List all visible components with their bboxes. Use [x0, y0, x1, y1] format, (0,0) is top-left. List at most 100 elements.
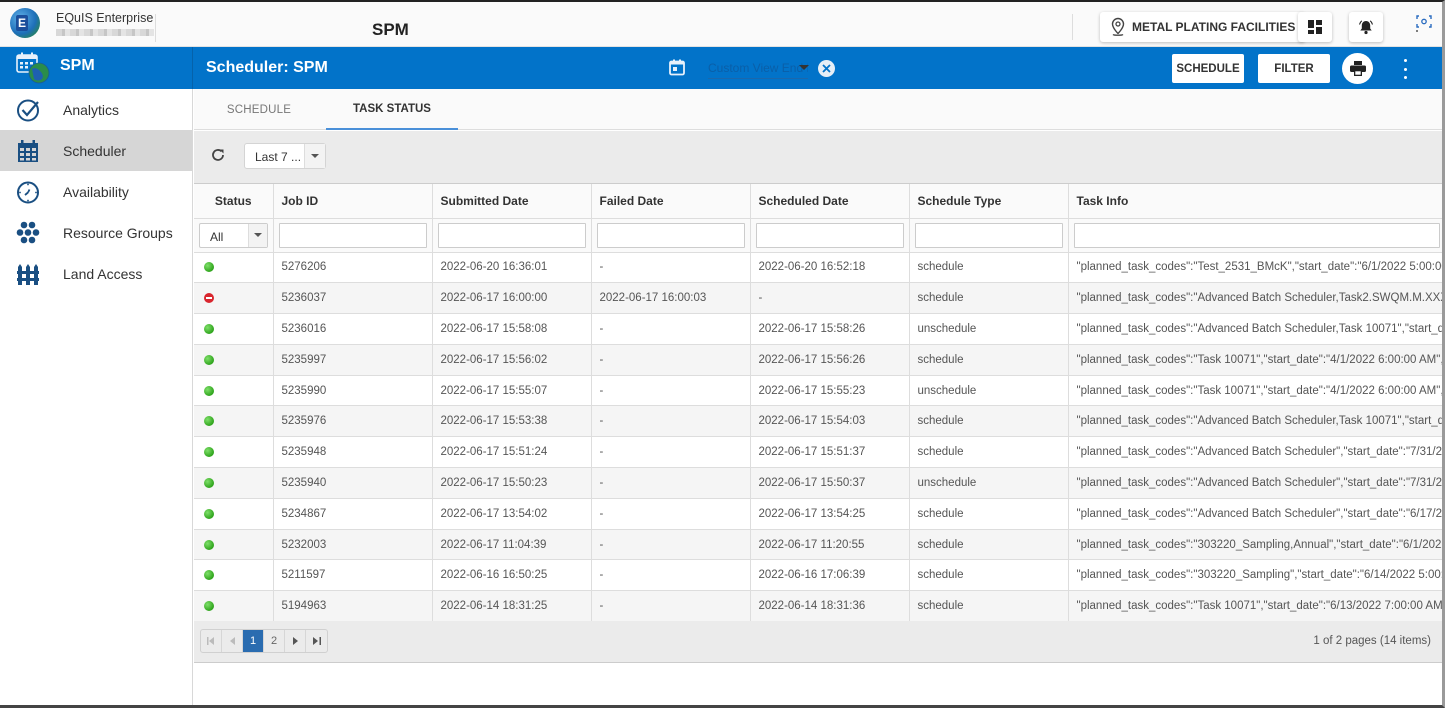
sidebar-item-analytics[interactable]: Analytics	[0, 89, 192, 130]
brand[interactable]: E EQuIS Enterprise	[10, 8, 154, 38]
column-header-status[interactable]: Status	[194, 184, 274, 219]
facility-label: METAL PLATING FACILITIES	[1132, 20, 1296, 34]
task-info-cell: "planned_task_codes":"303220_Sampling,An…	[1068, 529, 1442, 561]
status-cell	[194, 282, 274, 315]
failed-date-cell: -	[591, 590, 751, 623]
check-circle-icon	[17, 99, 39, 122]
custom-view-select[interactable]: Custom View End D	[708, 61, 808, 79]
status-cell	[194, 405, 274, 438]
first-page-button[interactable]	[201, 630, 222, 652]
chevron-down-icon[interactable]	[799, 65, 809, 70]
schedule-type-cell: schedule	[909, 405, 1069, 438]
tab-task-status[interactable]: TASK STATUS	[326, 89, 458, 130]
scheduled-date-cell: 2022-06-14 18:31:36	[750, 590, 910, 623]
failed-date-cell: -	[591, 313, 751, 345]
status-filter-cell: All	[194, 218, 274, 253]
table-row[interactable]: 5232003 2022-06-17 11:04:39-2022-06-17 11…	[194, 529, 1442, 561]
success-status-icon	[204, 447, 214, 458]
failed-date-cell: -	[591, 405, 751, 438]
last-page-button[interactable]	[306, 630, 327, 652]
column-header-schedule-type[interactable]: Schedule Type	[909, 184, 1069, 219]
previous-page-button[interactable]	[222, 630, 243, 652]
map-pin-icon	[1111, 17, 1125, 36]
scheduled-date-cell: 2022-06-17 15:58:26	[750, 313, 910, 345]
table-row[interactable]: 5276206 2022-06-20 16:36:01-2022-06-20 16…	[194, 252, 1442, 284]
dashboard-icon	[1308, 20, 1322, 34]
task-info-cell: "planned_task_codes":"303220_Sampling","…	[1068, 559, 1442, 592]
refresh-icon[interactable]	[210, 147, 226, 163]
clear-view-button[interactable]	[818, 60, 835, 77]
table-row[interactable]: 5235976 2022-06-17 15:53:38-2022-06-17 15…	[194, 405, 1442, 438]
schedule-button[interactable]: SCHEDULE	[1172, 54, 1244, 83]
table-row[interactable]: 5235948 2022-06-17 15:51:24-2022-06-17 15…	[194, 436, 1442, 469]
schedule-type-filter-input[interactable]	[914, 222, 1063, 248]
failed-date-cell: -	[591, 559, 751, 592]
tab-schedule[interactable]: SCHEDULE	[194, 89, 324, 130]
sidebar-item-availability[interactable]: Availability	[0, 171, 192, 212]
sidebar-item-land-access[interactable]: Land Access	[0, 253, 192, 294]
scheduled-date-filter-input[interactable]	[755, 222, 904, 248]
job-id-cell: 5235940	[273, 467, 433, 499]
print-button[interactable]	[1342, 53, 1373, 84]
scheduled-date-cell: 2022-06-17 13:54:25	[750, 498, 910, 530]
schedule-type-cell: schedule	[909, 344, 1069, 376]
status-filter-select[interactable]: All	[199, 222, 268, 248]
success-status-icon	[204, 570, 214, 581]
sidebar-item-label: Availability	[63, 184, 129, 200]
column-header-submitted-date[interactable]: Submitted Date	[432, 184, 592, 219]
column-header-task-info[interactable]: Task Info	[1068, 184, 1442, 219]
next-page-button[interactable]	[285, 630, 306, 652]
job-id-cell: 5194963	[273, 590, 433, 623]
submitted-date-cell: 2022-06-17 15:50:23	[432, 467, 592, 499]
chevron-right-icon	[292, 637, 298, 645]
divider	[1072, 14, 1073, 40]
facility-selector-button[interactable]: METAL PLATING FACILITIES	[1100, 12, 1306, 42]
chevron-down-icon[interactable]	[304, 144, 325, 168]
filter-row: All	[194, 218, 1442, 253]
schedule-type-cell: schedule	[909, 252, 1069, 284]
chevron-down-icon[interactable]	[247, 223, 267, 247]
module-label: SPM	[60, 57, 95, 74]
failed-date-filter-input[interactable]	[596, 222, 745, 248]
submitted-date-cell: 2022-06-14 18:31:25	[432, 590, 592, 623]
job-id-cell: 5234867	[273, 498, 433, 530]
sidebar-item-resource-groups[interactable]: Resource Groups	[0, 212, 192, 253]
submitted-date-filter-input[interactable]	[437, 222, 586, 248]
submitted-date-cell: 2022-06-17 15:53:38	[432, 405, 592, 438]
page-1-button[interactable]: 1	[243, 630, 264, 652]
notifications-button[interactable]	[1349, 12, 1383, 42]
table-row[interactable]: 5235997 2022-06-17 15:56:02-2022-06-17 15…	[194, 344, 1442, 376]
filter-button[interactable]: FILTER	[1258, 54, 1330, 83]
page-2-button[interactable]: 2	[264, 630, 285, 652]
table-row[interactable]: 5194963 2022-06-14 18:31:25-2022-06-14 18…	[194, 590, 1442, 623]
column-header-scheduled-date[interactable]: Scheduled Date	[750, 184, 910, 219]
screen-capture-icon[interactable]	[1415, 14, 1433, 37]
table-row[interactable]: 5235940 2022-06-17 15:50:23-2022-06-17 15…	[194, 467, 1442, 499]
table-row[interactable]: 5236037 2022-06-17 16:00:00 2022-06-17 16:…	[194, 282, 1442, 315]
sidebar-item-scheduler[interactable]: Scheduler	[0, 130, 192, 171]
divider	[155, 14, 156, 42]
date-range-select[interactable]: Last 7 ...	[244, 143, 326, 169]
status-cell	[194, 344, 274, 376]
table-row[interactable]: 5235990 2022-06-17 15:55:07-2022-06-17 15…	[194, 375, 1442, 407]
task-info-cell: "planned_task_codes":"Advanced Batch Sch…	[1068, 313, 1442, 345]
column-header-failed-date[interactable]: Failed Date	[591, 184, 751, 219]
calendar-icon[interactable]	[669, 59, 685, 76]
task-info-filter-input[interactable]	[1073, 222, 1440, 248]
table-row[interactable]: 5211597 2022-06-16 16:50:25-2022-06-16 17…	[194, 559, 1442, 592]
scheduled-date-cell: -	[750, 282, 910, 315]
brand-name: EQuIS Enterprise	[56, 10, 154, 25]
task-info-cell: "planned_task_codes":"Advanced Batch Sch…	[1068, 405, 1442, 438]
status-filter-value: All	[210, 229, 224, 244]
submitted-date-cell: 2022-06-17 11:04:39	[432, 529, 592, 561]
more-options-button[interactable]	[1397, 59, 1413, 79]
success-status-icon	[204, 262, 214, 273]
brand-subtitle-blurred	[56, 28, 154, 36]
job-id-filter-input[interactable]	[278, 222, 427, 248]
task-info-cell: "planned_task_codes":"Advanced Batch Sch…	[1068, 498, 1442, 530]
table-row[interactable]: 5236016 2022-06-17 15:58:08-2022-06-17 15…	[194, 313, 1442, 345]
table-row[interactable]: 5234867 2022-06-17 13:54:02-2022-06-17 13…	[194, 498, 1442, 530]
column-header-job-id[interactable]: Job ID	[273, 184, 433, 219]
dashboard-button[interactable]	[1298, 12, 1332, 42]
pagination-bar: 1 2 1 of 2 pages (14 items)	[194, 621, 1442, 663]
